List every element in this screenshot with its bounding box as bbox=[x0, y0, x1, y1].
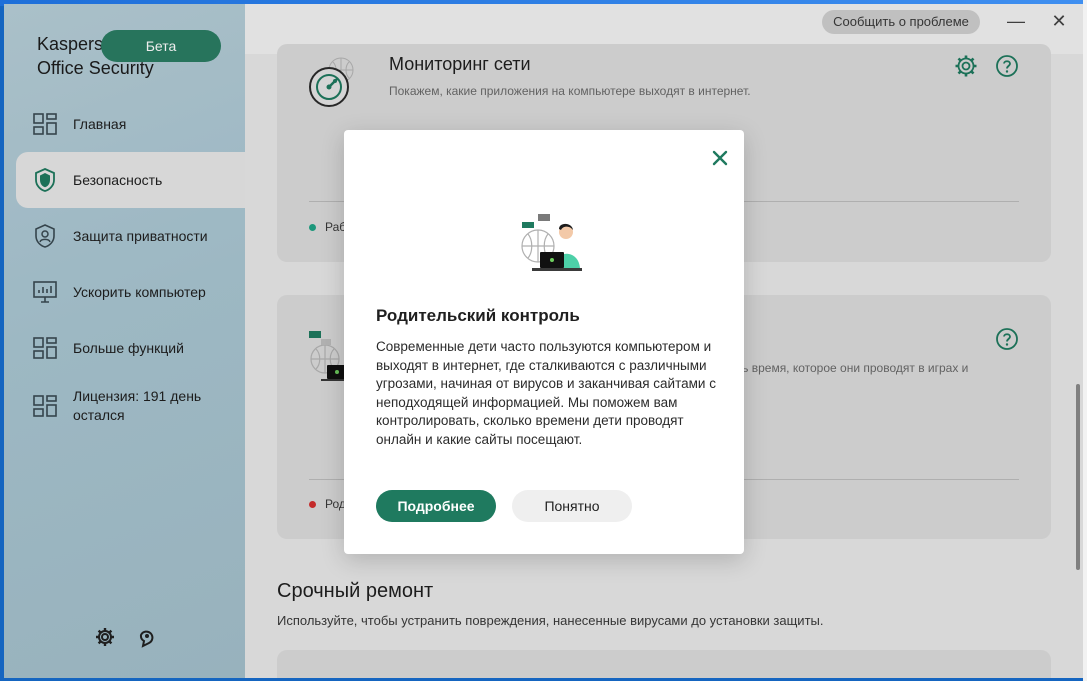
got-it-button[interactable]: Понятно bbox=[512, 490, 632, 522]
close-icon[interactable] bbox=[708, 146, 732, 170]
app-window: Kaspersky Office Security Бета Главная Б… bbox=[4, 4, 1083, 678]
desktop-edge bbox=[1083, 0, 1087, 681]
parental-control-dialog: Родительский контроль Современные дети ч… bbox=[344, 130, 744, 554]
dialog-title: Родительский контроль bbox=[376, 306, 580, 325]
learn-more-button[interactable]: Подробнее bbox=[376, 490, 496, 522]
parental-illustration bbox=[521, 214, 582, 271]
dialog-body: Современные дети часто пользуются компью… bbox=[376, 339, 716, 447]
